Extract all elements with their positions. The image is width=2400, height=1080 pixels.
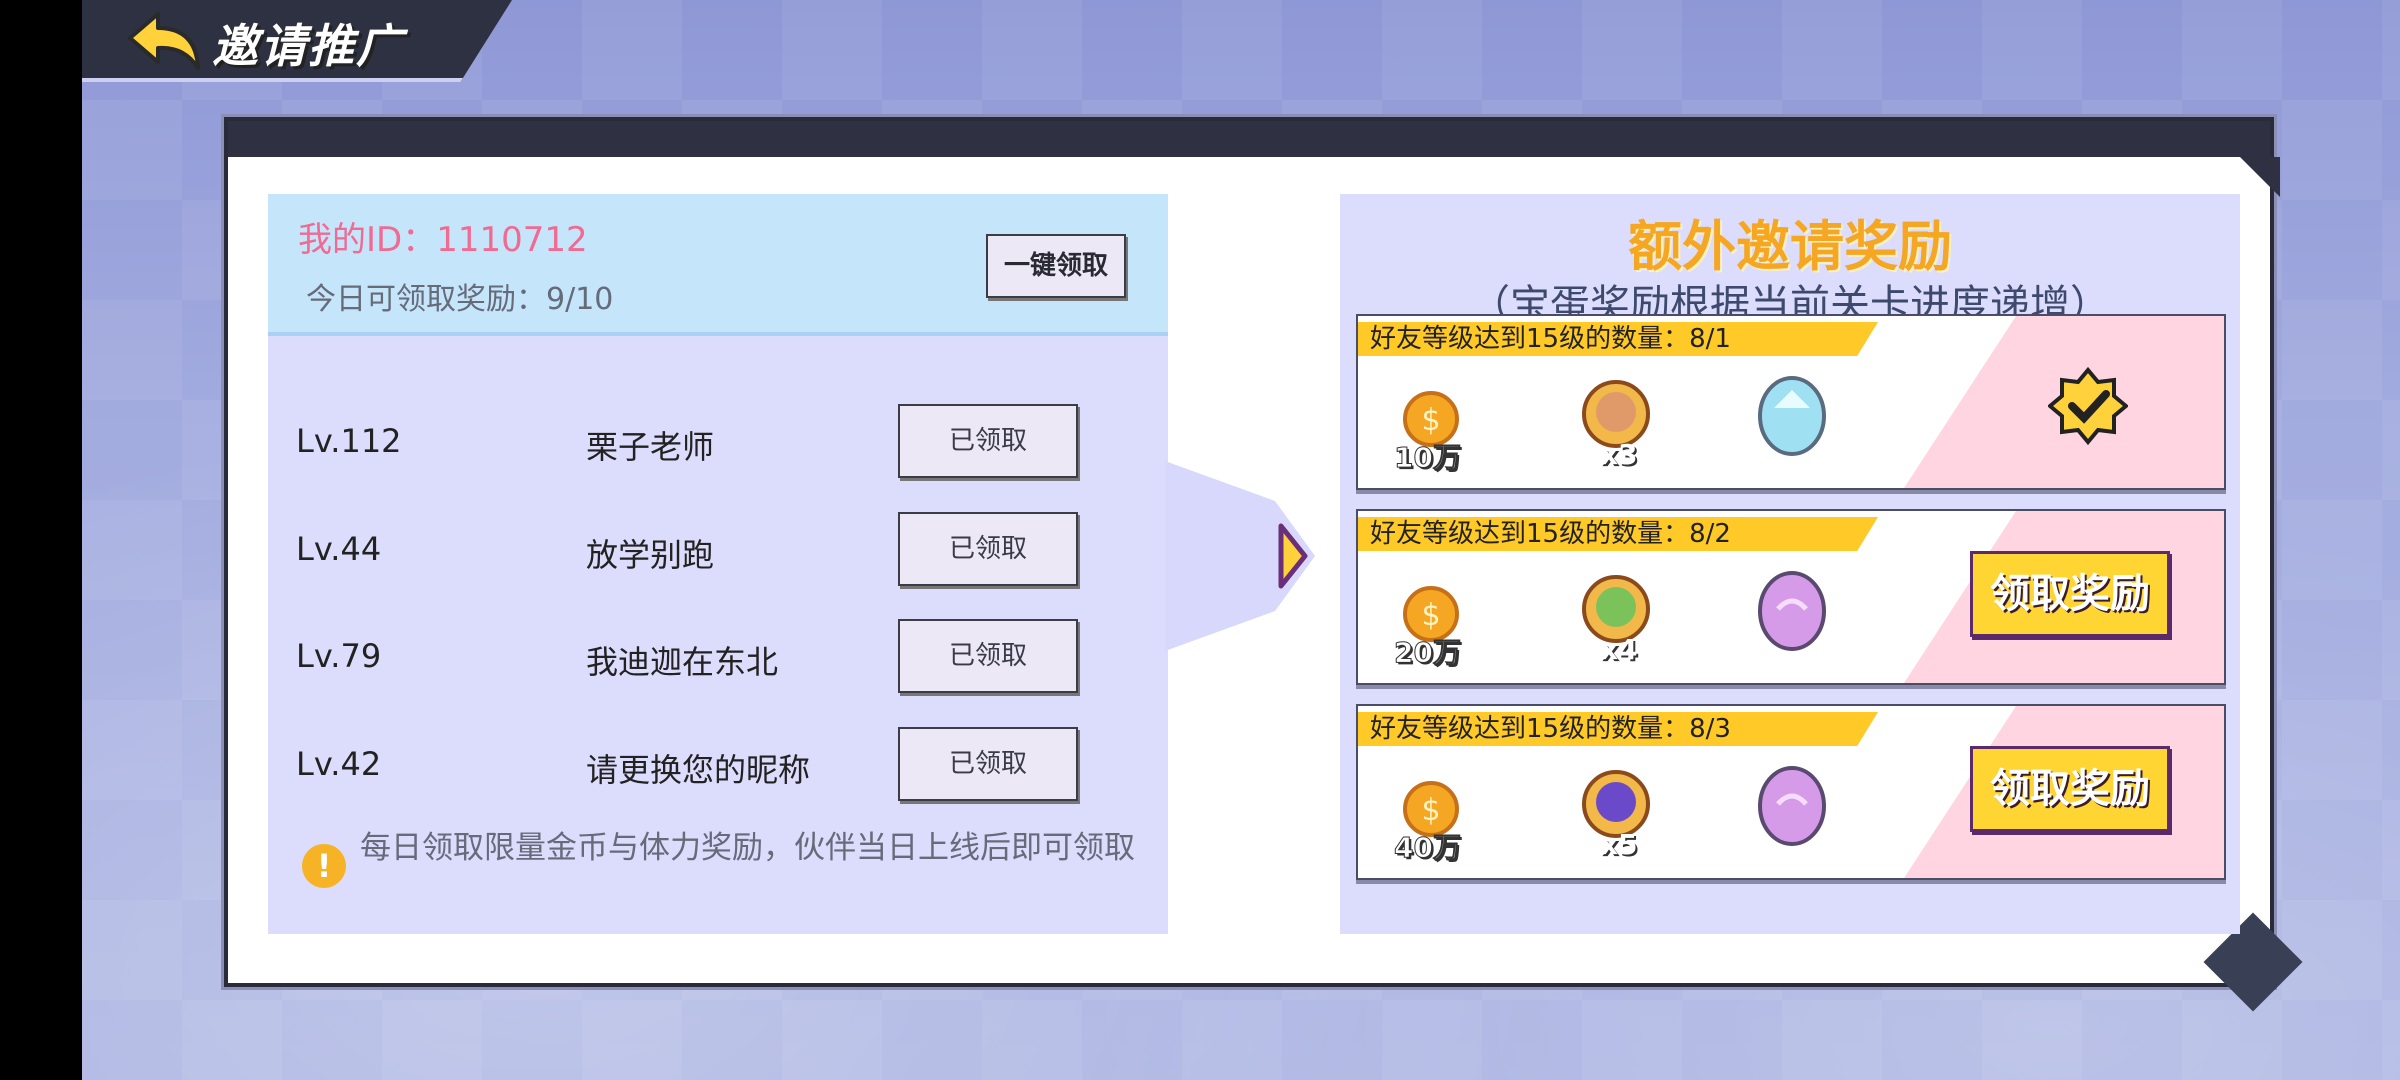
reward-card: 好友等级达到15级的数量：8/2 $ 20万 x4 领取奖励 bbox=[1356, 509, 2226, 685]
today-claimable-label: 今日可领取奖励：9/10 bbox=[306, 282, 614, 317]
hero-count: x5 bbox=[1600, 828, 1638, 861]
friend-level: Lv.112 bbox=[296, 422, 402, 460]
friend-row: Lv.112 栗子老师 已领取 bbox=[268, 404, 1168, 484]
frame-corner-decor bbox=[2240, 157, 2280, 197]
reward-card: 好友等级达到15级的数量：8/3 $ 40万 x5 领取奖励 bbox=[1356, 704, 2226, 880]
purple-egg-icon bbox=[1758, 571, 1826, 651]
claimed-button[interactable]: 已领取 bbox=[898, 404, 1078, 478]
reward-card: 好友等级达到15级的数量：8/1 $ 10万 x3 bbox=[1356, 314, 2226, 490]
claimed-check-icon bbox=[2048, 366, 2128, 446]
claimed-button[interactable]: 已领取 bbox=[898, 727, 1078, 801]
claim-all-button[interactable]: 一键领取 bbox=[986, 234, 1126, 298]
reward-condition: 好友等级达到15级的数量：8/1 bbox=[1358, 322, 1878, 356]
reward-condition: 好友等级达到15级的数量：8/2 bbox=[1358, 517, 1878, 551]
hero-count: x4 bbox=[1600, 633, 1638, 666]
coin-amount: 10万 bbox=[1394, 441, 1462, 475]
friend-name: 我迪迦在东北 bbox=[586, 643, 779, 681]
back-arrow-icon[interactable] bbox=[120, 8, 204, 78]
reward-condition: 好友等级达到15级的数量：8/3 bbox=[1358, 712, 1878, 746]
extra-reward-title: 额外邀请奖励 bbox=[1628, 215, 1952, 278]
invite-frame: 我的ID：1110712 今日可领取奖励：9/10 一键领取 Lv.112 栗子… bbox=[224, 117, 2303, 1012]
claimed-button[interactable]: 已领取 bbox=[898, 619, 1078, 693]
claim-reward-button[interactable]: 领取奖励 bbox=[1970, 746, 2170, 832]
coin-amount: 40万 bbox=[1394, 831, 1462, 865]
friend-level: Lv.42 bbox=[296, 745, 382, 783]
svg-text:$: $ bbox=[1421, 793, 1440, 828]
purple-egg-icon bbox=[1758, 766, 1826, 846]
invite-list-panel: 我的ID：1110712 今日可领取奖励：9/10 一键领取 Lv.112 栗子… bbox=[268, 194, 1168, 934]
id-header: 我的ID：1110712 今日可领取奖励：9/10 一键领取 bbox=[268, 194, 1168, 336]
page-title: 邀请推广 bbox=[212, 19, 404, 73]
friend-name: 请更换您的昵称 bbox=[586, 751, 811, 789]
friend-name: 栗子老师 bbox=[586, 428, 715, 466]
friend-name: 放学别跑 bbox=[586, 536, 715, 574]
friend-row: Lv.42 请更换您的昵称 已领取 bbox=[268, 727, 1168, 807]
frame-top-bar bbox=[228, 121, 2270, 157]
friend-row: Lv.79 我迪迦在东北 已领取 bbox=[268, 619, 1168, 699]
notice-text: 每日领取限量金币与体力奖励，伙伴当日上线后即可领取 bbox=[360, 830, 1135, 866]
arrow-right-icon bbox=[1165, 461, 1315, 651]
friend-row: Lv.44 放学别跑 已领取 bbox=[268, 512, 1168, 592]
extra-reward-panel: 额外邀请奖励 （宝蛋奖励根据当前关卡进度递增） 好友等级达到15级的数量：8/1… bbox=[1340, 194, 2240, 934]
svg-text:$: $ bbox=[1421, 598, 1440, 633]
claimed-button[interactable]: 已领取 bbox=[898, 512, 1078, 586]
coin-amount: 20万 bbox=[1394, 636, 1462, 670]
hero-count: x3 bbox=[1600, 438, 1638, 471]
warning-icon: ! bbox=[302, 844, 346, 888]
friend-level: Lv.44 bbox=[296, 530, 382, 568]
claim-reward-button[interactable]: 领取奖励 bbox=[1970, 551, 2170, 637]
my-id-label: 我的ID：1110712 bbox=[298, 220, 588, 260]
svg-text:$: $ bbox=[1421, 403, 1440, 438]
blue-egg-icon bbox=[1758, 376, 1826, 456]
friend-level: Lv.79 bbox=[296, 637, 382, 675]
